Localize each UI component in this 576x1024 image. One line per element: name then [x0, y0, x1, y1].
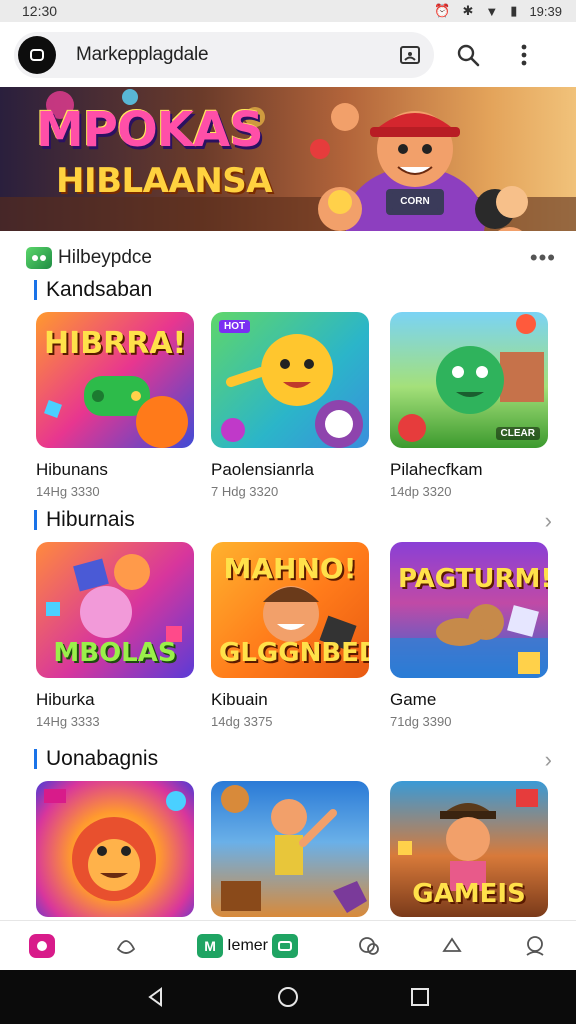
game-tag: CLEAR — [495, 427, 540, 440]
game-thumbnail: PAGTURM! — [390, 542, 548, 678]
nav-offers[interactable] — [357, 926, 381, 966]
shop-more-icon[interactable]: ••• — [530, 245, 556, 271]
game-thumbnail: CLEAR — [390, 312, 548, 448]
wifi-icon: ▼ — [485, 3, 499, 19]
status-bar: 12:30 ⏰ ✱ ▼ ▮ 19:39 — [0, 0, 576, 22]
game-art-text: HIBRRA! — [44, 326, 187, 361]
game-card[interactable]: PAGTURM! Game 71dg 3390 — [390, 542, 548, 729]
game-card[interactable] — [211, 781, 369, 917]
search-icon[interactable] — [446, 33, 490, 77]
section-title-label: Hiburnais — [46, 508, 135, 531]
game-thumbnail: HIBRRA! — [36, 312, 194, 448]
shop-name[interactable]: Hilbeypdce — [58, 247, 152, 269]
game-thumbnail: MAHNO! GLGGNBED — [211, 542, 369, 678]
game-title: Paolensianrla — [211, 460, 315, 479]
game-meta: 14Hg 3333 — [36, 714, 100, 729]
status-time: 12:30 — [22, 3, 58, 19]
banner-badge: CORN — [392, 191, 438, 211]
section-title[interactable]: Uonabagnis — [34, 747, 158, 771]
nav-center[interactable]: M Iemer — [197, 926, 299, 966]
section-title[interactable]: Hiburnais — [34, 508, 135, 532]
game-thumbnail: MBOLAS — [36, 542, 194, 678]
section-title-label: Uonabagnis — [46, 747, 159, 770]
books-icon — [442, 936, 462, 952]
profile-icon — [526, 935, 544, 956]
back-icon[interactable] — [145, 986, 167, 1008]
game-title: Hibunans — [36, 460, 108, 479]
banner-subtitle: HIBLAANSA — [56, 161, 273, 201]
search-bar[interactable]: Markepplagdale — [14, 32, 434, 78]
gamepad-icon — [117, 939, 136, 954]
alarm-icon: ⏰ — [434, 3, 451, 18]
status-right-text: 19:39 — [529, 3, 562, 19]
game-card[interactable]: CLEAR Pilahecfkam 14dp 3320 — [390, 312, 548, 499]
game-card[interactable] — [36, 781, 194, 917]
game-card[interactable]: GAMEIS — [390, 781, 548, 917]
chevron-right-icon[interactable]: › — [545, 508, 552, 534]
home-icon — [29, 933, 56, 958]
section-title[interactable]: Kandsaban — [34, 278, 152, 302]
game-card[interactable]: MAHNO! GLGGNBED Kibuain 14dg 3375 — [211, 542, 369, 729]
tv-icon — [272, 933, 299, 958]
image-search-icon[interactable] — [394, 39, 426, 71]
nav-center-label: Iemer — [227, 936, 269, 954]
nav-profile[interactable] — [523, 926, 547, 966]
game-meta: 71dg 3390 — [390, 714, 452, 729]
section-title-label: Kandsaban — [46, 278, 153, 301]
more-options-icon[interactable] — [502, 33, 546, 77]
search-query[interactable]: Markepplagdale — [76, 44, 394, 66]
game-art-text: MAHNO! — [223, 552, 357, 585]
game-thumbnail — [36, 781, 194, 917]
chevron-right-icon[interactable]: › — [545, 747, 552, 773]
banner-title: MPOKAS — [36, 102, 264, 158]
game-card[interactable]: HIBRRA! Hibunans 14Hg 3330 — [36, 312, 194, 499]
nav-home[interactable] — [29, 926, 56, 966]
game-art-text: PAGTURM! — [398, 564, 548, 594]
app-logo-icon — [18, 36, 56, 74]
status-icons: ⏰ ✱ ▼ ▮ 19:39 — [434, 3, 562, 19]
game-title: Pilahecfkam — [390, 460, 483, 479]
apps-icon: M — [197, 933, 224, 958]
battery-icon: ▮ — [510, 3, 518, 18]
game-card[interactable]: HOT Paolensianrla 7 Hdg 3320 — [211, 312, 369, 499]
game-card[interactable]: MBOLAS Hiburka 14Hg 3333 — [36, 542, 194, 729]
game-meta: 14dg 3375 — [211, 714, 273, 729]
game-thumbnail: HOT — [211, 312, 369, 448]
home-circle-icon[interactable] — [276, 985, 300, 1009]
system-navigation-bar — [0, 970, 576, 1024]
nav-games[interactable] — [114, 926, 138, 966]
game-art-text: GLGGNBED — [219, 638, 369, 668]
section-accent-bar — [34, 749, 37, 769]
section-accent-bar — [34, 510, 37, 530]
game-title: Game — [390, 690, 437, 709]
game-art-text: GAMEIS — [412, 879, 526, 909]
game-title: Hiburka — [36, 690, 95, 709]
offers-icon — [358, 936, 379, 955]
recents-icon[interactable] — [409, 986, 431, 1008]
shop-header: Hilbeypdce ••• — [26, 244, 556, 272]
game-art-text: MBOLAS — [53, 638, 177, 668]
game-meta: 14dp 3320 — [390, 484, 452, 499]
game-thumbnail — [211, 781, 369, 917]
game-title: Kibuain — [211, 690, 268, 709]
section-accent-bar — [34, 280, 37, 300]
game-tag: HOT — [219, 320, 251, 333]
promo-banner[interactable]: MPOKAS HIBLAANSA CORN — [0, 87, 576, 231]
shop-logo-icon — [26, 247, 52, 269]
bluetooth-icon: ✱ — [462, 3, 474, 18]
game-meta: 14Hg 3330 — [36, 484, 100, 499]
game-thumbnail: GAMEIS — [390, 781, 548, 917]
nav-books[interactable] — [440, 926, 464, 966]
top-bar: Markepplagdale — [0, 26, 576, 84]
bottom-navigation: M Iemer — [0, 920, 576, 970]
game-meta: 7 Hdg 3320 — [211, 484, 279, 499]
